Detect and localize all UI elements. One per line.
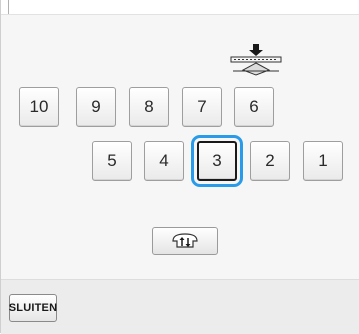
height-key-1[interactable]: 1: [303, 141, 343, 181]
top-strip: [1, 0, 359, 15]
foot-up-down-icon: [172, 233, 198, 248]
presser-foot-height-panel: 10 9 8 7 6 5 4 3 2 1 SLUITEN: [0, 0, 359, 334]
height-key-10[interactable]: 10: [19, 87, 59, 127]
foot-up-down-button[interactable]: [152, 227, 218, 255]
height-key-6[interactable]: 6: [234, 87, 274, 127]
height-key-3-selected[interactable]: 3: [191, 135, 243, 187]
height-key-5[interactable]: 5: [92, 141, 132, 181]
height-key-8[interactable]: 8: [129, 87, 169, 127]
close-button[interactable]: SLUITEN: [9, 294, 57, 322]
height-key-7[interactable]: 7: [182, 87, 222, 127]
divider: [8, 0, 9, 14]
height-key-2[interactable]: 2: [250, 141, 290, 181]
height-key-4[interactable]: 4: [144, 141, 184, 181]
height-key-9[interactable]: 9: [76, 87, 116, 127]
presser-foot-height-icon: [230, 44, 282, 76]
